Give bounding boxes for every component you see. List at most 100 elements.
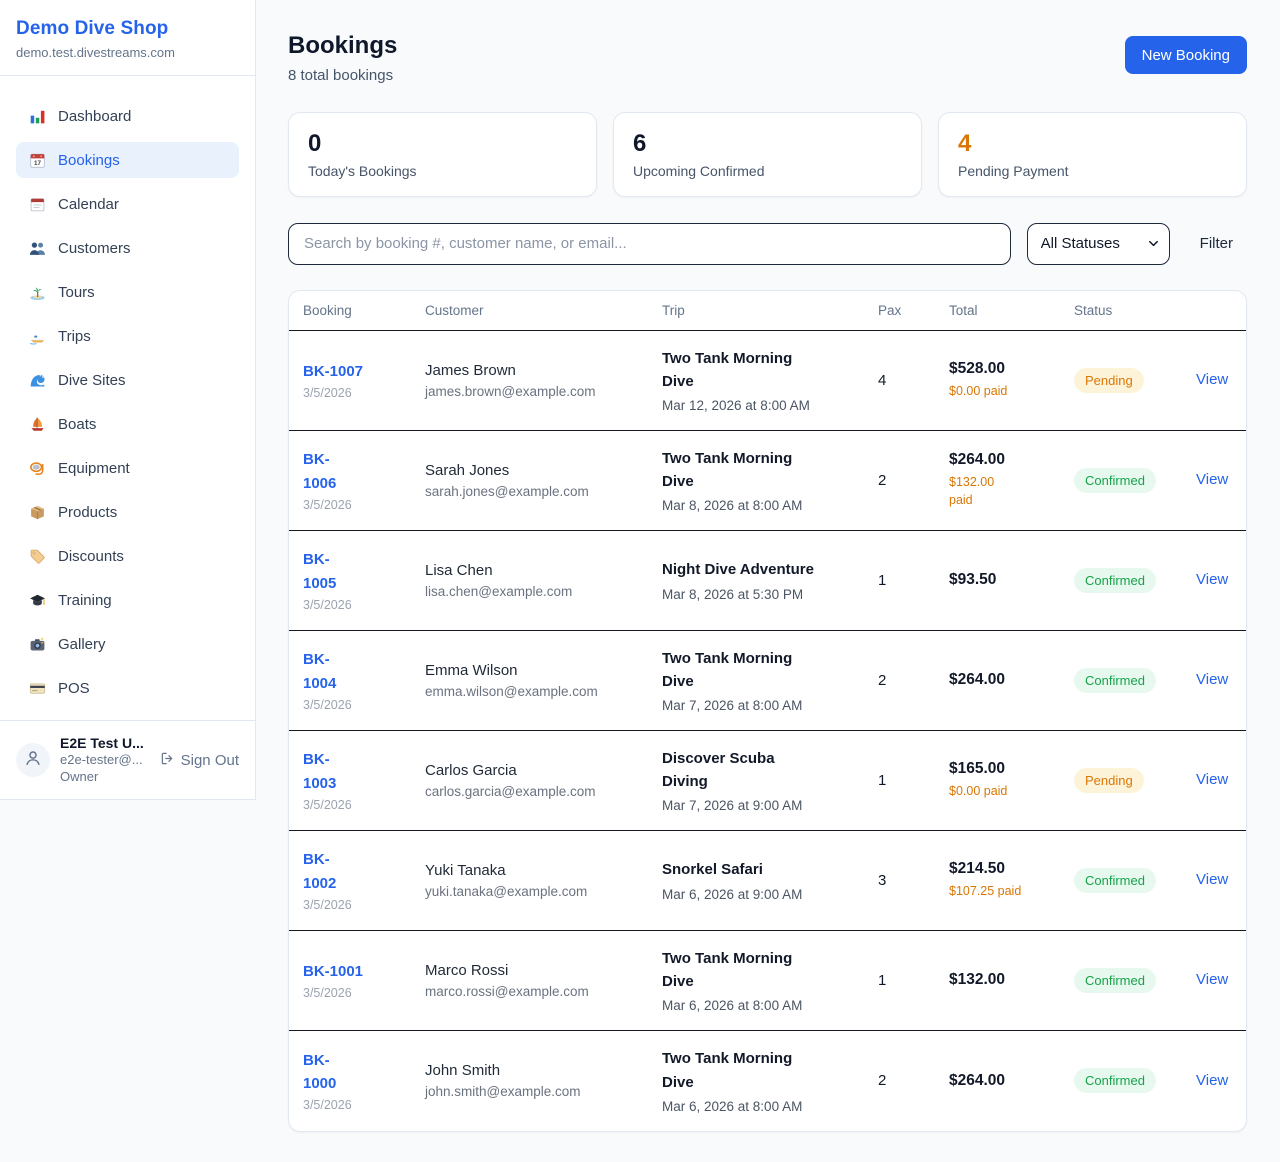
view-link[interactable]: View <box>1196 771 1228 788</box>
customer-email: lisa.chen@example.com <box>425 584 662 599</box>
stat-label: Pending Payment <box>958 163 1227 179</box>
actions-cell: View <box>1196 971 1232 989</box>
sidebar: Demo Dive Shop demo.test.divestreams.com… <box>0 0 256 800</box>
trip-datetime: Mar 6, 2026 at 8:00 AM <box>662 1099 878 1114</box>
column-header-total: Total <box>949 303 1074 318</box>
trip-datetime: Mar 12, 2026 at 8:00 AM <box>662 398 878 413</box>
customer-name: Emma Wilson <box>425 662 662 679</box>
view-link[interactable]: View <box>1196 571 1228 588</box>
status-cell: Confirmed <box>1074 868 1196 893</box>
customer-name: John Smith <box>425 1062 662 1079</box>
column-header-trip: Trip <box>662 303 878 318</box>
dive-sites-icon <box>28 371 46 389</box>
booking-date: 3/5/2026 <box>303 898 425 912</box>
status-badge: Pending <box>1074 768 1144 793</box>
avatar <box>16 743 50 777</box>
booking-date: 3/5/2026 <box>303 386 425 400</box>
booking-date: 3/5/2026 <box>303 698 425 712</box>
view-link[interactable]: View <box>1196 471 1228 488</box>
pax-value: 4 <box>878 372 949 389</box>
sign-out-button[interactable]: Sign Out <box>160 751 239 770</box>
new-booking-button[interactable]: New Booking <box>1125 36 1247 74</box>
booking-id-link[interactable]: BK- 1006 <box>303 448 425 495</box>
sidebar-item-label: Dashboard <box>58 108 131 125</box>
pax-value: 2 <box>878 1072 949 1089</box>
customer-email: yuki.tanaka@example.com <box>425 884 662 899</box>
search-input[interactable] <box>288 223 1011 265</box>
sidebar-item-label: Customers <box>58 240 131 257</box>
status-badge: Confirmed <box>1074 668 1156 693</box>
view-link[interactable]: View <box>1196 871 1228 888</box>
table-row: BK- 10043/5/2026Emma Wilsonemma.wilson@e… <box>289 631 1246 731</box>
view-link[interactable]: View <box>1196 971 1228 988</box>
table-body: BK-10073/5/2026James Brownjames.brown@ex… <box>289 331 1246 1131</box>
gallery-icon <box>28 635 46 653</box>
customers-icon <box>28 239 46 257</box>
booking-date: 3/5/2026 <box>303 598 425 612</box>
customer-email: carlos.garcia@example.com <box>425 784 662 799</box>
sidebar-item-customers[interactable]: Customers <box>16 230 239 266</box>
sidebar-item-gallery[interactable]: Gallery <box>16 626 239 662</box>
table-row: BK-10013/5/2026Marco Rossimarco.rossi@ex… <box>289 931 1246 1031</box>
sidebar-item-training[interactable]: Training <box>16 582 239 618</box>
sidebar-item-products[interactable]: Products <box>16 494 239 530</box>
table-row: BK-10073/5/2026James Brownjames.brown@ex… <box>289 331 1246 431</box>
sidebar-item-dashboard[interactable]: Dashboard <box>16 98 239 134</box>
pax-value: 3 <box>878 872 949 889</box>
booking-id-link[interactable]: BK- 1004 <box>303 648 425 695</box>
sidebar-item-bookings[interactable]: 17Bookings <box>16 142 239 178</box>
sidebar-item-discounts[interactable]: Discounts <box>16 538 239 574</box>
sidebar-item-label: Gallery <box>58 636 106 653</box>
table-row: BK- 10053/5/2026Lisa Chenlisa.chen@examp… <box>289 531 1246 631</box>
svg-text:17: 17 <box>33 160 41 167</box>
customer-email: john.smith@example.com <box>425 1084 662 1099</box>
booking-id-link[interactable]: BK- 1003 <box>303 748 425 795</box>
column-header-pax: Pax <box>878 303 949 318</box>
main-content: Bookings 8 total bookings New Booking 0T… <box>256 0 1280 1132</box>
stat-card-upcoming-confirmed: 6Upcoming Confirmed <box>613 112 922 197</box>
sidebar-item-boats[interactable]: Boats <box>16 406 239 442</box>
booking-id-link[interactable]: BK-1001 <box>303 960 425 983</box>
booking-date: 3/5/2026 <box>303 798 425 812</box>
status-badge: Pending <box>1074 368 1144 393</box>
sidebar-item-label: Equipment <box>58 460 130 477</box>
trip-cell: Two Tank Morning DiveMar 6, 2026 at 8:00… <box>662 947 878 1014</box>
sidebar-item-equipment[interactable]: Equipment <box>16 450 239 486</box>
view-link[interactable]: View <box>1196 671 1228 688</box>
products-icon <box>28 503 46 521</box>
trip-datetime: Mar 7, 2026 at 9:00 AM <box>662 798 878 813</box>
total-cell: $528.00$0.00 paid <box>949 360 1074 400</box>
amount-paid: $107.25 paid <box>949 882 1074 900</box>
view-link[interactable]: View <box>1196 1072 1228 1089</box>
sidebar-item-pos[interactable]: POS <box>16 670 239 706</box>
column-header-booking: Booking <box>303 303 425 318</box>
sidebar-nav: Dashboard 17Bookings Calendar Customers Tour… <box>0 76 255 706</box>
trip-cell: Two Tank Morning DiveMar 7, 2026 at 8:00… <box>662 647 878 714</box>
booking-id-link[interactable]: BK- 1002 <box>303 848 425 895</box>
sidebar-header: Demo Dive Shop demo.test.divestreams.com <box>0 0 255 76</box>
table-header-row: BookingCustomerTripPaxTotalStatus <box>289 291 1246 331</box>
booking-cell: BK-10013/5/2026 <box>303 960 425 1000</box>
stat-value: 4 <box>958 130 1227 158</box>
booking-id-link[interactable]: BK- 1005 <box>303 548 425 595</box>
total-amount: $165.00 <box>949 760 1074 778</box>
booking-id-link[interactable]: BK- 1000 <box>303 1049 425 1096</box>
customer-email: sarah.jones@example.com <box>425 484 662 499</box>
filter-row: All Statuses Filter <box>288 223 1247 265</box>
status-select[interactable]: All Statuses <box>1027 223 1170 265</box>
column-header-status: Status <box>1074 303 1196 318</box>
trip-name: Two Tank Morning Dive <box>662 947 878 994</box>
sidebar-item-trips[interactable]: Trips <box>16 318 239 354</box>
filter-button[interactable]: Filter <box>1186 235 1247 252</box>
actions-cell: View <box>1196 471 1232 489</box>
sidebar-item-calendar[interactable]: Calendar <box>16 186 239 222</box>
status-cell: Pending <box>1074 768 1196 793</box>
sidebar-item-dive-sites[interactable]: Dive Sites <box>16 362 239 398</box>
status-select-wrap: All Statuses <box>1027 223 1170 265</box>
view-link[interactable]: View <box>1196 371 1228 388</box>
stat-label: Upcoming Confirmed <box>633 163 902 179</box>
trip-cell: Discover Scuba DivingMar 7, 2026 at 9:00… <box>662 747 878 814</box>
sidebar-item-tours[interactable]: Tours <box>16 274 239 310</box>
user-email: e2e-tester@... <box>60 752 144 769</box>
booking-id-link[interactable]: BK-1007 <box>303 360 425 383</box>
